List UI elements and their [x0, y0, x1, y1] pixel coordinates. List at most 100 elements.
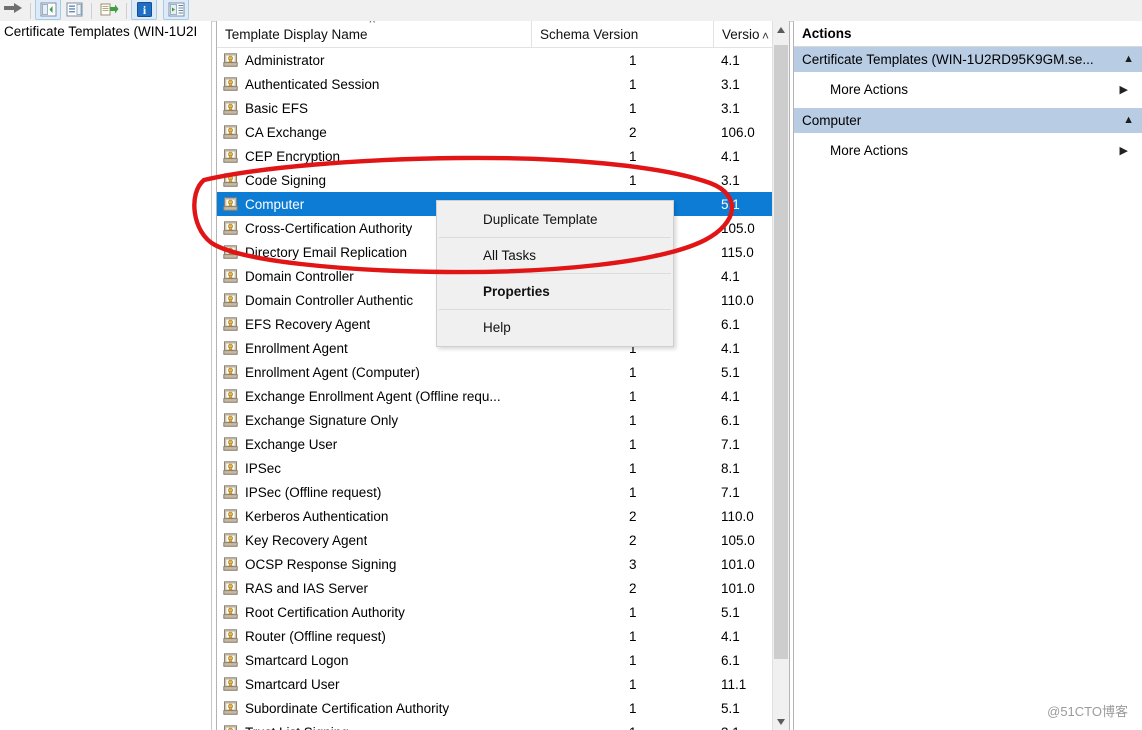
table-row[interactable]: Code Signing 1 3.1	[217, 168, 789, 192]
certificate-template-icon	[223, 76, 238, 92]
cell-template-display-name: Basic EFS	[217, 101, 531, 116]
certificate-template-icon	[223, 196, 238, 212]
row-label: OCSP Response Signing	[245, 556, 397, 572]
cell-version: 106.0	[721, 124, 755, 140]
cell-schema-version: 3	[629, 556, 637, 572]
table-row[interactable]: IPSec (Offline request) 1 7.1	[217, 480, 789, 504]
tree-node-certificate-templates[interactable]: Certificate Templates (WIN-1U2I	[0, 21, 211, 43]
cell-template-display-name: Enrollment Agent (Computer)	[217, 365, 531, 380]
table-row[interactable]: RAS and IAS Server 2 101.0	[217, 576, 789, 600]
row-label: Exchange Enrollment Agent (Offline requ.…	[245, 388, 501, 404]
table-row[interactable]: Administrator 1 4.1	[217, 48, 789, 72]
column-header-schema-version[interactable]: Schema Version	[531, 21, 713, 48]
collapse-group-icon[interactable]: ▲	[1123, 47, 1134, 72]
table-row[interactable]: CA Exchange 2 106.0	[217, 120, 789, 144]
table-row[interactable]: OCSP Response Signing 3 101.0	[217, 552, 789, 576]
row-label: Router (Offline request)	[245, 628, 386, 644]
show-hide-console-tree-icon[interactable]	[35, 0, 61, 20]
context-menu-item-label: Duplicate Template	[483, 212, 598, 227]
table-row[interactable]: Basic EFS 1 3.1	[217, 96, 789, 120]
table-row[interactable]: Smartcard User 1 11.1	[217, 672, 789, 696]
cell-schema-version: 1	[629, 460, 637, 476]
certificate-template-icon	[223, 508, 238, 524]
scroll-down-arrow-icon[interactable]	[773, 713, 789, 730]
actions-item-label: More Actions	[830, 82, 909, 97]
cell-schema-version: 1	[629, 388, 637, 404]
context-menu-item[interactable]: Duplicate Template	[437, 203, 673, 236]
actions-group-header[interactable]: Certificate Templates (WIN-1U2RD95K9GM.s…	[794, 47, 1142, 72]
cell-template-display-name: Exchange Enrollment Agent (Offline requ.…	[217, 389, 531, 404]
row-label: Enrollment Agent (Computer)	[245, 364, 420, 380]
table-row[interactable]: Authenticated Session 1 3.1	[217, 72, 789, 96]
cell-version: 110.0	[721, 508, 754, 524]
certificate-template-icon	[223, 292, 238, 308]
cell-version: 5.1	[721, 196, 740, 212]
table-row[interactable]: IPSec 1 8.1	[217, 456, 789, 480]
list-rows-container: Administrator 1 4.1 Authenticated Session 1 3…	[217, 48, 789, 730]
table-row[interactable]: Exchange Enrollment Agent (Offline requ.…	[217, 384, 789, 408]
context-menu-item[interactable]: Properties	[437, 275, 673, 308]
table-row[interactable]: Trust List Signing 13.1	[217, 720, 789, 730]
table-row[interactable]: Exchange Signature Only 1 6.1	[217, 408, 789, 432]
toolbar-separator-3	[126, 2, 127, 19]
row-label: Authenticated Session	[245, 76, 380, 92]
scroll-up-arrow-icon[interactable]	[773, 21, 789, 38]
show-hide-details-pane-icon[interactable]	[163, 0, 189, 20]
chevron-up-icon: ˄	[761, 28, 769, 43]
table-row[interactable]: Enrollment Agent (Computer) 1 5.1	[217, 360, 789, 384]
cell-schema-version: 2	[629, 580, 637, 596]
certificate-template-icon	[223, 676, 238, 692]
context-menu-item[interactable]: All Tasks ›	[437, 239, 673, 272]
cell-schema-version: 1	[629, 364, 637, 380]
row-label: Cross-Certification Authority	[245, 220, 413, 236]
table-row[interactable]: Exchange User 1 7.1	[217, 432, 789, 456]
row-label: Domain Controller	[245, 268, 354, 284]
sort-ascending-icon: ˄	[369, 21, 375, 27]
cell-schema-version: 1	[629, 436, 637, 452]
cell-version: 6.1	[721, 316, 740, 332]
context-menu-item[interactable]: Help	[437, 311, 673, 344]
row-label: Administrator	[245, 52, 325, 68]
scrollbar-thumb[interactable]	[774, 45, 788, 659]
actions-item-more-actions[interactable]: More Actions ▶	[794, 133, 1142, 169]
show-hide-action-pane-icon[interactable]	[61, 0, 87, 20]
cell-schema-version: 1	[629, 676, 637, 692]
actions-item-more-actions[interactable]: More Actions ▶	[794, 72, 1142, 108]
table-row[interactable]: Subordinate Certification Authority 1 5.1	[217, 696, 789, 720]
table-row[interactable]: Root Certification Authority 1 5.1	[217, 600, 789, 624]
table-row[interactable]: Smartcard Logon 1 6.1	[217, 648, 789, 672]
certificate-template-icon	[223, 52, 238, 68]
cell-template-display-name: Trust List Signing	[217, 725, 531, 730]
column-header-template-display-name[interactable]: Template Display Name ˄	[217, 21, 531, 48]
certificate-template-icon	[223, 532, 238, 548]
list-vertical-scrollbar[interactable]	[772, 21, 789, 730]
cell-version: 7.1	[721, 484, 740, 500]
actions-group-header[interactable]: Computer ▲	[794, 108, 1142, 133]
console-tree-pane: Certificate Templates (WIN-1U2I	[0, 21, 212, 730]
collapse-group-icon[interactable]: ▲	[1123, 108, 1134, 133]
certificate-template-icon	[223, 436, 238, 452]
certificate-template-icon	[223, 340, 238, 356]
toolbar: i	[0, 0, 1142, 22]
back-arrow-icon[interactable]	[0, 0, 26, 20]
row-label: IPSec	[245, 460, 282, 476]
export-list-icon[interactable]	[96, 0, 122, 20]
cell-version: 3.1	[713, 725, 773, 730]
table-row[interactable]: CEP Encryption 1 4.1	[217, 144, 789, 168]
column-header-version[interactable]: Versio ˄	[713, 21, 773, 48]
table-row[interactable]: Router (Offline request) 1 4.1	[217, 624, 789, 648]
certificate-template-icon	[223, 652, 238, 668]
table-row[interactable]: Key Recovery Agent 2 105.0	[217, 528, 789, 552]
certificate-template-icon	[223, 316, 238, 332]
table-row[interactable]: Kerberos Authentication 2 110.0	[217, 504, 789, 528]
context-menu[interactable]: Duplicate Template All Tasks › Properties He…	[436, 200, 674, 347]
cell-schema-version: 1	[629, 76, 637, 92]
cell-version: 5.1	[721, 364, 740, 380]
cell-template-display-name: IPSec	[217, 461, 531, 476]
certificate-template-icon	[223, 700, 238, 716]
help-icon[interactable]: i	[131, 0, 157, 20]
cell-schema-version: 1	[629, 100, 637, 116]
cell-version: 3.1	[721, 100, 740, 116]
cell-template-display-name: CEP Encryption	[217, 149, 531, 164]
cell-version: 4.1	[721, 340, 740, 356]
